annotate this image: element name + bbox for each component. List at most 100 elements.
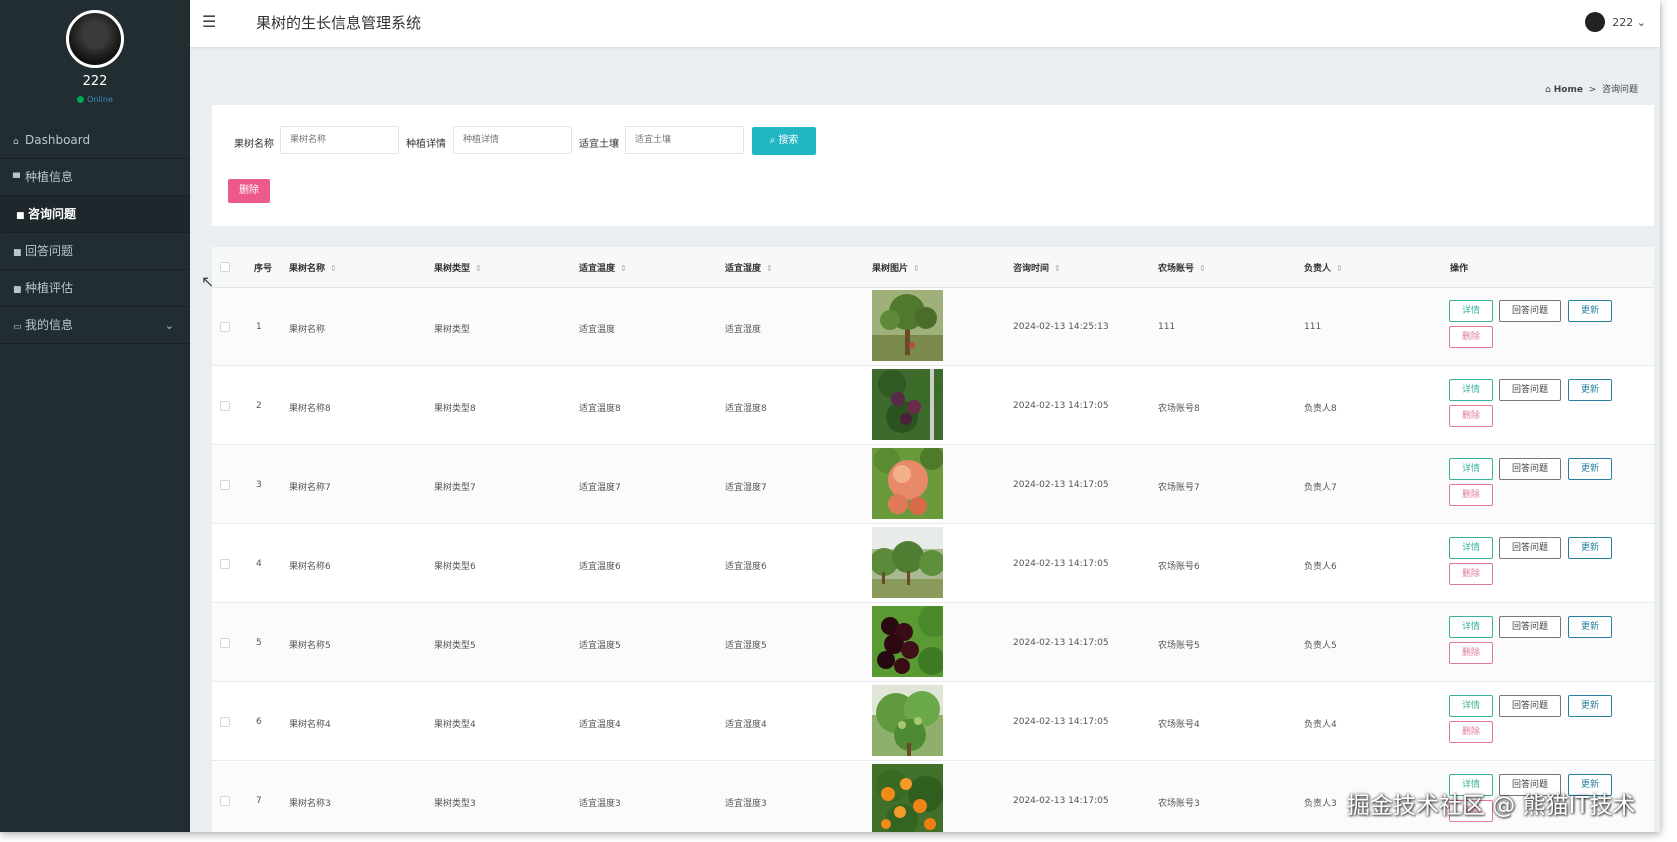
row-checkbox[interactable] [220, 322, 230, 332]
home-icon: ⌂ [1545, 85, 1551, 95]
answer-button[interactable]: 回答问题 [1499, 300, 1561, 322]
detail-button[interactable]: 详情 [1449, 616, 1493, 638]
answer-button[interactable]: 回答问题 [1499, 379, 1561, 401]
detail-button[interactable]: 详情 [1449, 379, 1493, 401]
search-icon: ⌕ [769, 135, 776, 146]
cell-name: 果树名称6 [289, 562, 331, 572]
header-avatar [1585, 12, 1606, 32]
delete-button[interactable]: 删除 [1449, 721, 1493, 743]
answer-button[interactable]: 回答问题 [1499, 695, 1561, 717]
app-title: 果树的生长信息管理系统 [256, 14, 422, 32]
detail-button[interactable]: 详情 [1449, 537, 1493, 559]
cell-name: 果树名称3 [289, 799, 331, 809]
delete-button[interactable]: 删除 [1449, 563, 1493, 585]
col-image[interactable]: 果树图片 ⇕ [872, 261, 920, 274]
search-label-detail: 种植详情 [406, 139, 446, 150]
row-checkbox[interactable] [220, 401, 230, 411]
sort-icon: ⇕ [913, 264, 920, 273]
cell-farm: 农场账号4 [1158, 720, 1200, 730]
sidebar-item-1[interactable]: ▀ 种植信息 [0, 159, 190, 196]
sort-icon: ⇕ [1199, 264, 1206, 273]
delete-button[interactable]: 删除 [1449, 484, 1493, 506]
row-checkbox[interactable] [220, 480, 230, 490]
answer-button[interactable]: 回答问题 [1499, 537, 1561, 559]
fruit-tree-image[interactable] [872, 764, 943, 832]
sort-icon: ⇕ [1336, 264, 1343, 273]
sidebar-item-icon: ■ [13, 248, 22, 258]
cell-index: 2 [256, 401, 262, 411]
cell-name: 果树名称4 [289, 720, 331, 730]
detail-button[interactable]: 详情 [1449, 458, 1493, 480]
fruit-tree-image[interactable] [872, 685, 943, 756]
fruit-tree-image[interactable] [872, 369, 943, 440]
delete-button[interactable]: 删除 [1449, 405, 1493, 427]
header-username: 222 ⌄ [1612, 15, 1646, 29]
sidebar-item-icon: ■ [13, 285, 22, 295]
row-checkbox[interactable] [220, 717, 230, 727]
col-type[interactable]: 果树类型 ⇕ [434, 261, 482, 274]
search-input-name[interactable] [280, 126, 399, 154]
col-humidity[interactable]: 适宜湿度 ⇕ [725, 261, 773, 274]
sort-icon: ⇕ [475, 264, 482, 273]
col-time[interactable]: 咨询时间 ⇕ [1013, 261, 1061, 274]
sidebar-item-0[interactable]: ⌂ Dashboard [0, 122, 190, 159]
batch-delete-button[interactable]: 删除 [228, 179, 270, 203]
detail-button[interactable]: 详情 [1449, 300, 1493, 322]
col-temp[interactable]: 适宜温度 ⇕ [579, 261, 627, 274]
cell-owner: 负责人6 [1304, 562, 1337, 572]
fruit-tree-image[interactable] [872, 606, 943, 677]
fruit-tree-image[interactable] [872, 527, 943, 598]
update-button[interactable]: 更新 [1568, 537, 1612, 559]
select-all-checkbox[interactable] [220, 262, 230, 272]
col-farm[interactable]: 农场账号 ⇕ [1158, 261, 1206, 274]
search-button[interactable]: ⌕ 搜索 [752, 127, 816, 155]
fruit-tree-image[interactable] [872, 290, 943, 361]
col-owner[interactable]: 负责人 ⇕ [1304, 261, 1343, 274]
row-checkbox[interactable] [220, 638, 230, 648]
cell-type: 果树类型4 [434, 720, 476, 730]
update-button[interactable]: 更新 [1568, 695, 1612, 717]
cell-time: 2024-02-13 14:17:05 [1013, 401, 1109, 411]
update-button[interactable]: 更新 [1568, 300, 1612, 322]
col-name[interactable]: 果树名称 ⇕ [289, 261, 337, 274]
cell-owner: 负责人5 [1304, 641, 1337, 651]
fruit-tree-image[interactable] [872, 448, 943, 519]
delete-button[interactable]: 删除 [1449, 326, 1493, 348]
cell-name: 果树名称8 [289, 404, 331, 414]
breadcrumb-home[interactable]: Home [1554, 85, 1583, 95]
update-button[interactable]: 更新 [1568, 616, 1612, 638]
update-button[interactable]: 更新 [1568, 458, 1612, 480]
cell-type: 果树类型 [434, 325, 471, 335]
sidebar-item-3[interactable]: ■ 回答问题 [0, 233, 190, 270]
sidebar-item-4[interactable]: ■ 种植评估 [0, 270, 190, 307]
cell-index: 6 [256, 717, 262, 727]
cell-temp: 适宜温度 [579, 325, 616, 335]
search-label-soil: 适宜土壤 [579, 139, 619, 150]
search-input-detail[interactable] [453, 126, 572, 154]
cell-owner: 负责人3 [1304, 799, 1337, 809]
sidebar-username: 222 [82, 74, 108, 89]
cell-humidity: 适宜湿度 [725, 325, 762, 335]
cell-humidity: 适宜湿度4 [725, 720, 767, 730]
col-name-label: 果树名称 [289, 264, 326, 274]
update-button[interactable]: 更新 [1568, 379, 1612, 401]
search-label-name: 果树名称 [234, 139, 274, 150]
answer-button[interactable]: 回答问题 [1499, 616, 1561, 638]
cell-time: 2024-02-13 14:17:05 [1013, 796, 1109, 806]
row-checkbox[interactable] [220, 559, 230, 569]
answer-button[interactable]: 回答问题 [1499, 458, 1561, 480]
hamburger-menu-icon[interactable]: ☰ [202, 12, 222, 31]
detail-button[interactable]: 详情 [1449, 695, 1493, 717]
sidebar-item-2[interactable]: ■ 咨询问题 [0, 196, 190, 233]
cell-humidity: 适宜湿度3 [725, 799, 767, 809]
sidebar-item-5[interactable]: ▭ 我的信息 ⌄ [0, 307, 190, 344]
cell-owner: 负责人7 [1304, 483, 1337, 493]
table-row: 3 果树名称7 果树类型7 适宜温度7 适宜湿度7 2024-02-13 14:17:05… [212, 446, 1654, 524]
cell-farm: 农场账号6 [1158, 562, 1200, 572]
user-menu[interactable]: 222 ⌄ [1585, 12, 1646, 32]
breadcrumb-separator: > [1588, 85, 1597, 95]
search-panel: 果树名称 种植详情 适宜土壤 ⌕ 搜索 删除 [212, 105, 1654, 226]
row-checkbox[interactable] [220, 796, 230, 806]
search-input-soil[interactable] [625, 126, 744, 154]
delete-button[interactable]: 删除 [1449, 642, 1493, 664]
